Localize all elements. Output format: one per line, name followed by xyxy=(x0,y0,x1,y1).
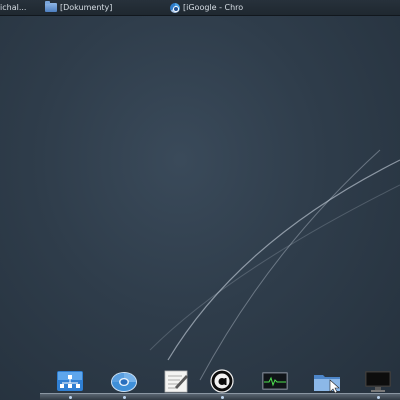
text-editor-icon xyxy=(164,370,188,393)
taskbar-task-igoogle-chrome[interactable]: [iGoogle - Chro xyxy=(170,0,280,15)
network-manager-icon xyxy=(57,371,83,391)
dock-item-file-manager[interactable] xyxy=(313,369,341,393)
dock-running-indicator xyxy=(221,396,224,399)
dock xyxy=(40,365,400,400)
amarok-icon xyxy=(210,369,234,393)
dock-item-network-manager[interactable] xyxy=(56,369,84,393)
dock-running-indicator xyxy=(123,396,126,399)
taskbar-task-label: [Dokumenty] xyxy=(60,3,113,12)
system-monitor-icon xyxy=(262,372,288,390)
dock-item-display-settings[interactable] xyxy=(364,369,392,393)
taskbar: ichal... [Dokumenty] [iGoogle - Chro xyxy=(0,0,400,16)
display-settings-icon xyxy=(365,371,391,392)
dock-running-indicator xyxy=(69,396,72,399)
chrome-icon xyxy=(111,372,137,392)
file-manager-icon xyxy=(314,375,340,393)
taskbar-task-dokumenty[interactable]: [Dokumenty] xyxy=(45,0,155,15)
dock-item-system-monitor[interactable] xyxy=(261,369,289,393)
desktop[interactable]: ichal... [Dokumenty] [iGoogle - Chro xyxy=(0,0,400,400)
dock-item-amarok[interactable] xyxy=(208,369,236,393)
taskbar-task-ichal[interactable]: ichal... xyxy=(0,0,40,15)
dock-item-chrome[interactable] xyxy=(110,369,138,393)
folder-icon xyxy=(45,1,57,12)
dock-item-text-editor[interactable] xyxy=(162,369,190,393)
wallpaper-arcs xyxy=(149,149,400,381)
taskbar-task-label: [iGoogle - Chro xyxy=(183,3,244,12)
dock-shelf xyxy=(40,393,400,400)
taskbar-task-label: ichal... xyxy=(0,3,27,12)
dock-running-indicator xyxy=(377,396,380,399)
chrome-icon xyxy=(170,2,180,13)
